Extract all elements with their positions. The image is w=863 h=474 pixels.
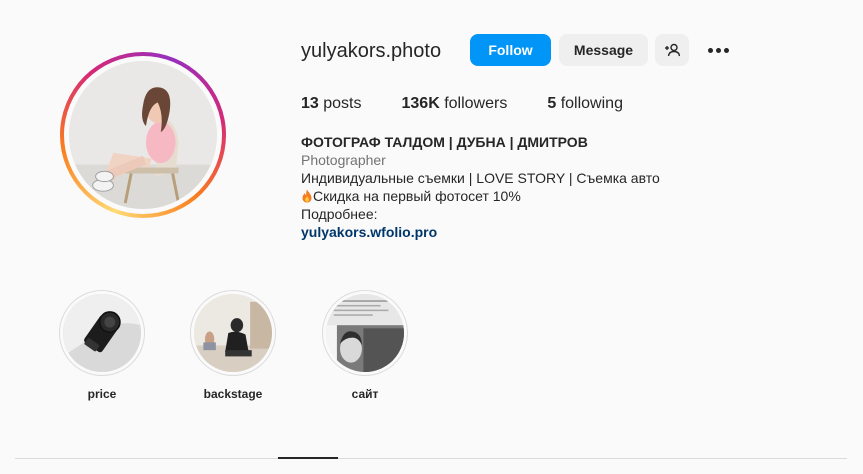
tabs-divider — [15, 458, 847, 459]
posts-count: 13 — [301, 95, 319, 112]
avatar-photo — [69, 61, 217, 209]
followers-stat[interactable]: 136K followers — [402, 95, 508, 113]
avatar-gap — [64, 56, 222, 214]
follow-button[interactable]: Follow — [470, 34, 551, 66]
following-label: following — [560, 95, 623, 112]
followers-count: 136K — [401, 95, 440, 112]
profile-avatar[interactable] — [60, 52, 226, 218]
bio-category: Photographer — [301, 152, 386, 168]
more-dot — [707, 47, 713, 53]
bio-line-2-wrap: Скидка на первый фотосет 10% — [301, 187, 721, 205]
highlight-label: сайт — [351, 387, 379, 401]
more-dot — [715, 47, 721, 53]
highlight-cover — [63, 294, 141, 372]
highlight-price[interactable]: price — [57, 290, 147, 401]
highlight-site[interactable]: сайт — [320, 290, 410, 401]
posts-label: posts — [323, 95, 362, 112]
add-user-icon — [665, 43, 680, 57]
bio-line-3: Подробнее: — [301, 206, 378, 222]
profile-username: yulyakors.photo — [301, 40, 442, 62]
following-count: 5 — [547, 95, 557, 112]
followers-label: followers — [444, 95, 508, 112]
following-stat[interactable]: 5 following — [547, 95, 623, 113]
highlight-cover — [326, 294, 404, 372]
bio-line-2: Скидка на первый фотосет 10% — [313, 188, 521, 204]
more-dot — [723, 47, 729, 53]
bio-line-1: Индивидуальные съемки | LOVE STORY | Съе… — [301, 170, 660, 186]
profile-stats: 13 posts 136K followers 5 following — [301, 95, 663, 113]
camera-lens-photo — [63, 294, 141, 372]
more-options-icon[interactable] — [704, 40, 732, 60]
avatar-image — [69, 61, 217, 209]
fire-emoji-icon — [302, 189, 312, 203]
highlight-ring — [190, 290, 276, 376]
active-tab-indicator — [278, 457, 338, 459]
bio-link[interactable]: yulyakors.wfolio.pro — [301, 223, 721, 241]
backstage-photo — [194, 294, 272, 372]
highlight-cover — [194, 294, 272, 372]
highlight-ring — [322, 290, 408, 376]
highlight-label: backstage — [203, 387, 263, 401]
website-screenshot — [326, 294, 404, 372]
message-button[interactable]: Message — [559, 34, 648, 66]
add-user-button[interactable] — [655, 34, 689, 66]
highlight-ring — [59, 290, 145, 376]
bio-name: ФОТОГРАФ ТАЛДОМ | ДУБНА | ДМИТРОВ — [301, 134, 588, 150]
highlight-label: price — [87, 387, 117, 401]
posts-stat: 13 posts — [301, 95, 362, 113]
profile-bio: ФОТОГРАФ ТАЛДОМ | ДУБНА | ДМИТРОВ Photog… — [301, 133, 721, 241]
highlight-backstage[interactable]: backstage — [188, 290, 278, 401]
